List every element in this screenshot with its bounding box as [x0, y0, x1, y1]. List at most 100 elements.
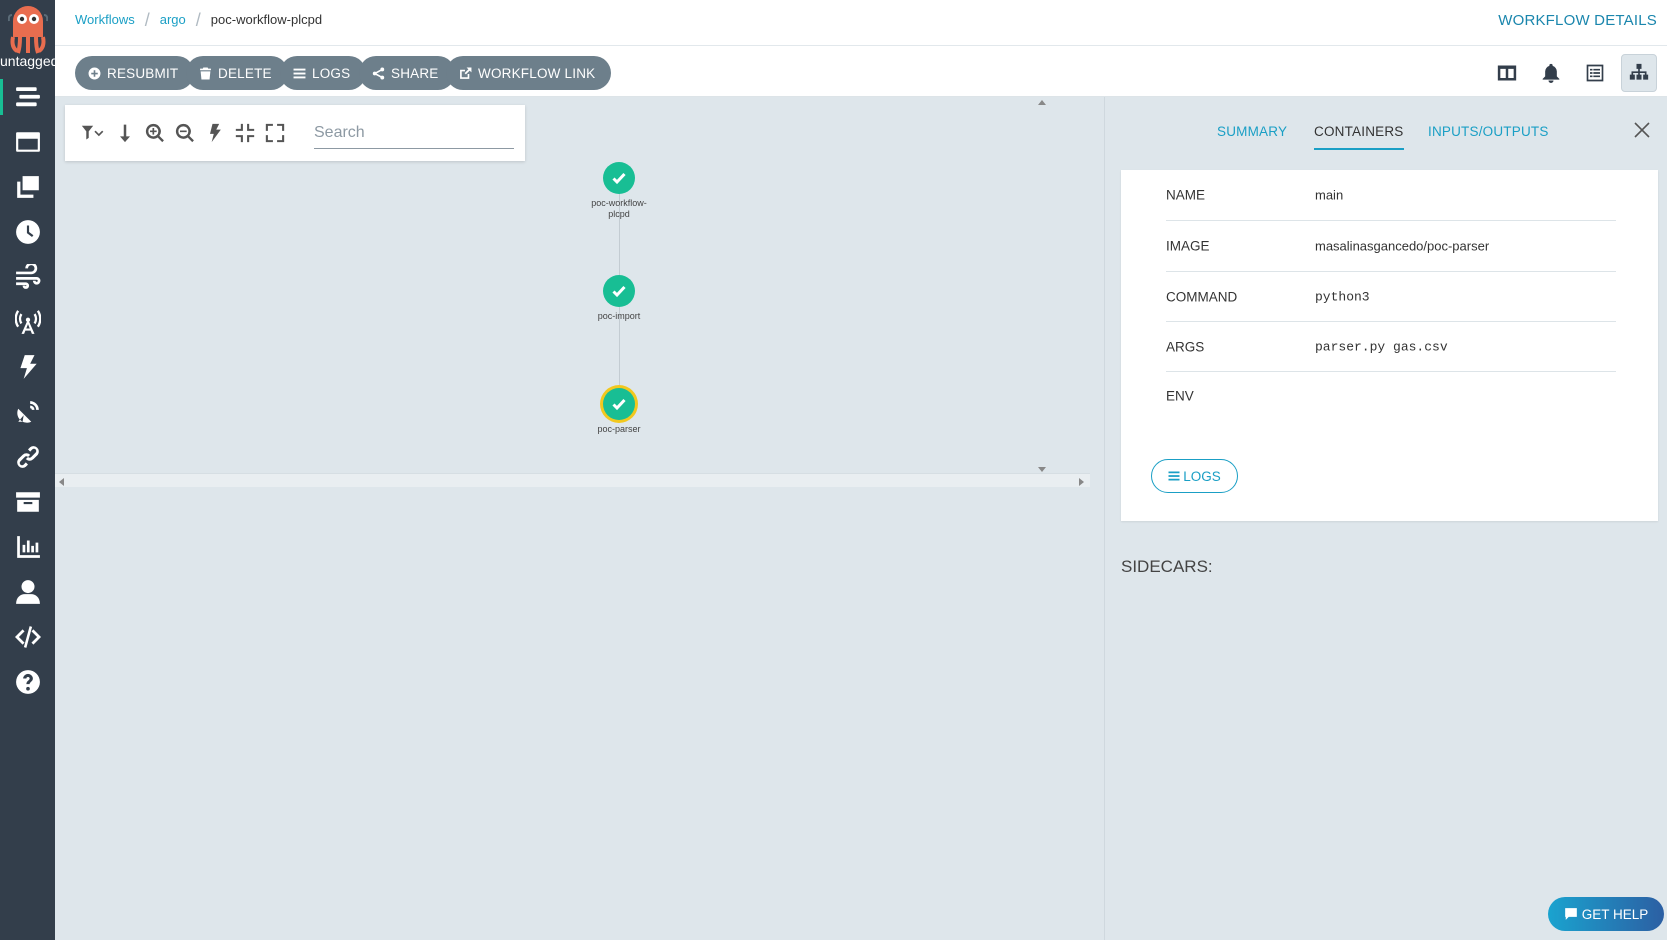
node-status-circle	[603, 162, 635, 194]
satellite-dish-icon	[16, 400, 39, 423]
plus-circle-icon	[88, 67, 101, 79]
share-label: SHARE	[391, 65, 439, 81]
link-icon	[16, 445, 39, 468]
container-args-row: ARGS parser.py gas.csv	[1166, 322, 1616, 372]
wind-icon	[15, 263, 40, 289]
split-view-button[interactable]	[1489, 54, 1525, 92]
scroll-down-arrow[interactable]	[1038, 467, 1046, 472]
nav-archived-workflows[interactable]	[0, 478, 55, 525]
timeline-view-button[interactable]	[1577, 54, 1613, 92]
image-label: IMAGE	[1166, 238, 1210, 254]
container-env-row: ENV	[1166, 372, 1616, 420]
nav-event-sources[interactable]	[0, 298, 55, 345]
node-label: poc-import	[597, 311, 641, 321]
sitemap-icon	[1629, 63, 1649, 80]
graph-node-poc-import[interactable]: poc-import	[579, 275, 659, 322]
get-help-button[interactable]: GET HELP	[1548, 897, 1664, 931]
nav-reports[interactable]	[0, 523, 55, 570]
question-circle-icon	[15, 669, 40, 694]
args-value: parser.py gas.csv	[1315, 339, 1448, 354]
archive-icon	[15, 491, 40, 512]
version-label: untagged	[0, 53, 55, 69]
fast-layout-button[interactable]	[205, 123, 225, 143]
view-switcher	[1481, 54, 1657, 92]
bell-icon	[1542, 63, 1560, 83]
nav-api-docs[interactable]	[0, 613, 55, 660]
external-link-icon	[460, 67, 472, 79]
zoom-in-button[interactable]	[145, 123, 165, 143]
panel-tabs: SUMMARY CONTAINERS INPUTS/OUTPUTS	[1105, 97, 1667, 153]
search-minus-icon	[175, 123, 194, 143]
share-button[interactable]: SHARE	[359, 56, 455, 90]
zoom-out-button[interactable]	[175, 123, 195, 143]
nav-user[interactable]	[0, 568, 55, 615]
node-label: poc-parser	[597, 424, 641, 434]
share-icon	[372, 67, 385, 79]
container-logs-button[interactable]: LOGS	[1151, 459, 1238, 493]
filter-button[interactable]	[81, 123, 107, 143]
bolt-icon	[210, 123, 221, 143]
container-card: NAME main IMAGE masalinasgancedo/poc-par…	[1121, 170, 1658, 521]
list-alt-icon	[1586, 64, 1604, 82]
nav-help[interactable]	[0, 658, 55, 705]
events-button[interactable]	[1533, 54, 1569, 92]
logs-button[interactable]: LOGS	[280, 56, 367, 90]
nav-cluster-workflow-templates[interactable]	[0, 163, 55, 210]
graph-horizontal-scrollbar[interactable]	[55, 473, 1090, 487]
clone-icon	[16, 175, 39, 198]
image-value: masalinasgancedo/poc-parser	[1315, 238, 1490, 254]
nav-workflow-templates[interactable]	[0, 118, 55, 165]
delete-button[interactable]: DELETE	[186, 56, 288, 90]
nav-event-flow[interactable]	[0, 253, 55, 300]
nav-workflow-event-bindings[interactable]	[0, 433, 55, 480]
nav-event-flow-2[interactable]	[0, 388, 55, 435]
compress-icon	[235, 123, 255, 143]
resubmit-button[interactable]: RESUBMIT	[75, 56, 195, 90]
env-label: ENV	[1166, 388, 1194, 404]
close-panel-button[interactable]	[1633, 121, 1651, 139]
tab-containers[interactable]: CONTAINERS	[1314, 124, 1404, 150]
collapse-button[interactable]	[235, 123, 255, 143]
bolt-icon	[19, 354, 37, 379]
nav-cron-workflows[interactable]	[0, 208, 55, 255]
node-status-circle	[603, 388, 635, 420]
breadcrumb-namespace[interactable]: argo	[160, 12, 186, 27]
container-logs-label: LOGS	[1183, 468, 1221, 484]
stream-icon	[15, 86, 40, 106]
node-details-panel: SUMMARY CONTAINERS INPUTS/OUTPUTS NAME m…	[1104, 97, 1667, 940]
scroll-up-arrow[interactable]	[1038, 100, 1046, 105]
check-icon	[612, 172, 626, 185]
workflow-link-button[interactable]: WORKFLOW LINK	[446, 56, 612, 90]
nav-sensors[interactable]	[0, 343, 55, 390]
scroll-left-arrow[interactable]	[59, 478, 64, 486]
search-plus-icon	[145, 123, 164, 143]
sidecars-heading: SIDECARS:	[1121, 557, 1213, 576]
graph-toolbar	[65, 105, 525, 161]
top-bar: Workflows / argo / poc-workflow-plcpd WO…	[55, 0, 1667, 46]
graph-node-poc-parser[interactable]: poc-parser	[579, 388, 659, 435]
tab-inputs-outputs[interactable]: INPUTS/OUTPUTS	[1428, 124, 1549, 148]
container-command-row: COMMAND python3	[1166, 272, 1616, 322]
argo-logo[interactable]: untagged	[0, 0, 55, 76]
argo-octopus-logo-icon	[7, 6, 48, 54]
breadcrumb-workflows[interactable]: Workflows	[75, 12, 135, 27]
sort-button[interactable]	[115, 123, 135, 143]
delete-label: DELETE	[218, 65, 272, 81]
comment-icon	[1564, 908, 1577, 920]
graph-search-input[interactable]	[314, 117, 514, 149]
window-icon	[15, 131, 40, 152]
nav-workflows[interactable]	[0, 73, 55, 120]
graph-node-poc-workflow-plcpd[interactable]: poc-workflow-plcpd	[579, 162, 659, 220]
tab-summary[interactable]: SUMMARY	[1217, 124, 1287, 148]
expand-button[interactable]	[265, 123, 285, 143]
bars-icon	[1168, 471, 1180, 481]
graph-vertical-scrollbar[interactable]	[1035, 97, 1047, 475]
node-status-circle	[603, 275, 635, 307]
graph-view-button[interactable]	[1621, 54, 1657, 92]
long-arrow-down-icon	[120, 124, 130, 143]
scroll-right-arrow[interactable]	[1079, 478, 1084, 486]
columns-icon	[1497, 65, 1517, 81]
bars-icon	[293, 68, 306, 78]
name-value: main	[1315, 187, 1344, 203]
broadcast-tower-icon	[14, 309, 41, 334]
